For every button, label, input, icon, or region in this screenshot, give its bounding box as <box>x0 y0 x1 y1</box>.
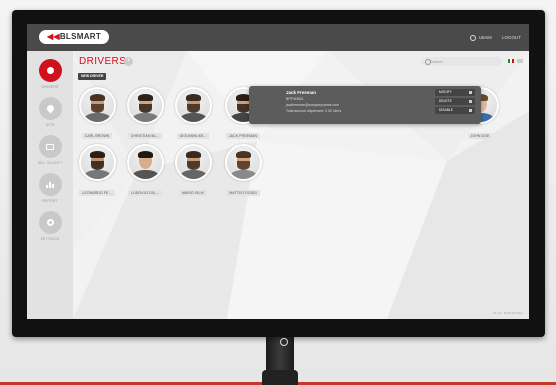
sidebar-item-site[interactable]: SITE <box>27 97 73 127</box>
delete-button[interactable]: DELETE <box>435 98 475 105</box>
bar-chart-icon <box>46 181 54 188</box>
pencil-icon <box>469 91 472 94</box>
sidebar-item-label: SEL. SCANT? <box>37 161 63 165</box>
sidebar-item-scant[interactable]: SEL. SCANT? <box>27 135 73 165</box>
add-badge[interactable]: + <box>124 57 133 66</box>
disable-button[interactable]: DISABLE <box>435 107 475 114</box>
driver-name: CARL BROWN <box>81 133 113 139</box>
sidebar-item-label: DRIVERS <box>41 85 59 89</box>
driver-card[interactable]: CARL BROWN <box>77 87 117 142</box>
user-label: Utente <box>478 35 492 40</box>
driver-card[interactable]: MARIO SILIK <box>173 144 213 199</box>
search-input[interactable]: Search <box>422 57 502 66</box>
search-icon <box>425 59 431 65</box>
modify-button[interactable]: MODIFY <box>435 89 475 96</box>
driver-name: CHRISTIAN BL... <box>127 133 163 139</box>
flag-it-icon[interactable] <box>508 59 514 63</box>
monitor-stand-base <box>262 370 298 385</box>
trash-icon <box>469 100 472 103</box>
sidebar-item-settings-circle <box>38 211 62 234</box>
driver-name: JOHN DOE <box>467 133 493 139</box>
popover-driver-email: jackfreeman@companyname.com <box>286 103 340 107</box>
avatar[interactable] <box>174 87 212 124</box>
sidebar-item-report-circle <box>38 173 62 196</box>
modify-label: MODIFY <box>439 90 452 94</box>
popover-driver-total: Total amount dispensed: 0.00 Liters <box>286 109 342 113</box>
sidebar-item-label: SITE <box>45 123 55 127</box>
logo-text: BLSMART <box>59 32 102 41</box>
lock-icon <box>469 109 472 112</box>
driver-name: MATTEO ROSSI <box>226 190 260 196</box>
driver-name: MARIO SILIK <box>178 190 208 196</box>
popover-driver-code: BPP4HB21 <box>286 97 304 101</box>
delete-label: DELETE <box>439 99 452 103</box>
power-button[interactable] <box>279 337 289 347</box>
top-bar: ◀◀BLSMART Utente LOGOUT <box>27 24 529 51</box>
sidebar-item-report[interactable]: REPORT <box>27 173 73 203</box>
driver-card[interactable]: LEONARDO FE... <box>77 144 117 199</box>
avatar[interactable] <box>224 144 262 181</box>
gear-icon <box>46 219 54 226</box>
disable-label: DISABLE <box>439 108 453 112</box>
app-screen: ◀◀BLSMART Utente LOGOUT DRIVERS SITE SEL… <box>27 24 529 319</box>
avatar[interactable] <box>78 144 116 181</box>
driver-name: LUDOVICO BL... <box>128 190 162 196</box>
driver-name: GIOVANNI AR... <box>176 133 210 139</box>
driver-name: JACK FREEMAN <box>225 133 261 139</box>
driver-card[interactable]: CHRISTIAN BL... <box>125 87 165 142</box>
avatar[interactable] <box>78 87 116 124</box>
new-driver-button[interactable]: NEW DRIVER <box>78 73 107 80</box>
driver-detail-popover: Jack Freeman BPP4HB21 jackfreeman@compan… <box>249 86 481 124</box>
app-logo[interactable]: ◀◀BLSMART <box>39 30 109 44</box>
footer-note: v1.1.0 · Posti 01 & bro <box>493 311 523 315</box>
avatar[interactable] <box>126 87 164 124</box>
sidebar: DRIVERS SITE SEL. SCANT? REPORT SETTINGS <box>27 51 73 319</box>
driver-card[interactable]: LUDOVICO BL... <box>125 144 165 199</box>
user-menu[interactable]: Utente <box>469 34 492 41</box>
sidebar-item-settings[interactable]: SETTINGS <box>27 211 73 241</box>
driver-name: LEONARDO FE... <box>79 190 115 196</box>
gear-icon <box>469 34 476 41</box>
sidebar-item-drivers-circle <box>38 59 62 82</box>
sidebar-item-site-circle <box>38 97 62 120</box>
avatar[interactable] <box>174 144 212 181</box>
driver-card[interactable]: MATTEO ROSSI <box>223 144 263 199</box>
sidebar-item-drivers[interactable]: DRIVERS <box>27 59 73 89</box>
location-pin-icon <box>45 103 55 114</box>
popover-driver-name: Jack Freeman <box>286 90 317 95</box>
avatar[interactable] <box>126 144 164 181</box>
sidebar-item-label: REPORT <box>42 199 58 203</box>
power-icon <box>280 338 288 346</box>
sidebar-item-label: SETTINGS <box>40 237 60 241</box>
user-icon <box>46 67 54 74</box>
sidebar-item-scant-circle <box>38 135 62 158</box>
top-right-controls: Utente LOGOUT <box>469 24 521 51</box>
flag-en-icon[interactable] <box>517 59 523 63</box>
logout-button[interactable]: LOGOUT <box>502 35 521 40</box>
screen-icon <box>46 143 54 150</box>
page-title: DRIVERS <box>79 56 127 67</box>
driver-card[interactable]: GIOVANNI AR... <box>173 87 213 142</box>
